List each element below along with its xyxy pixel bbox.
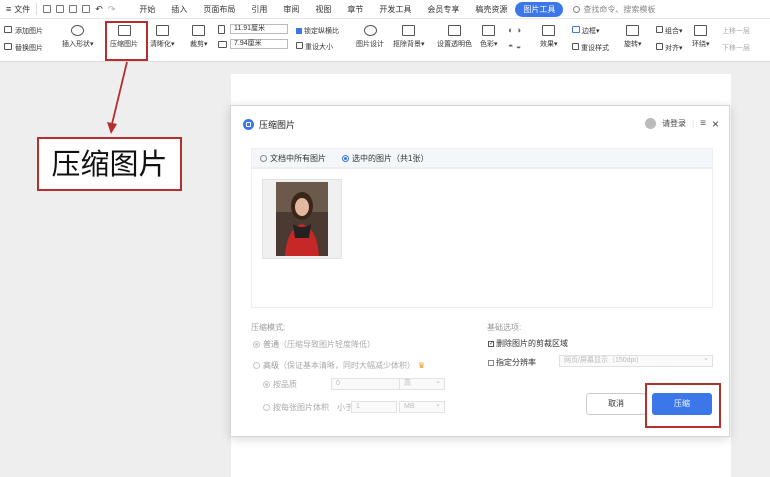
picture-thumbnail[interactable] (262, 179, 342, 259)
quality-value-input[interactable]: 0 (331, 378, 401, 390)
quality-level-select[interactable]: 高 (399, 377, 445, 390)
scope-selected-label: 选中的图片（共1张） (352, 153, 429, 163)
compress-confirm-highlight (645, 383, 721, 428)
size-value-input[interactable]: 1 (351, 401, 397, 413)
picture-preview-panel (251, 168, 713, 308)
avatar[interactable] (645, 118, 657, 129)
by-quality-radio[interactable]: 按品质 (263, 379, 297, 390)
radio-icon (263, 404, 270, 411)
close-icon[interactable]: × (712, 118, 719, 130)
basic-options-label: 基础选项: (487, 323, 522, 332)
picture-scope-selector: 文档中所有图片 选中的图片（共1张） (251, 148, 713, 168)
radio-selected-icon (263, 381, 270, 388)
scope-all-label: 文档中所有图片 (270, 153, 326, 163)
radio-selected-icon (253, 341, 260, 348)
mode-advanced-label: 高级 (263, 361, 279, 370)
by-size-label: 按每张图片体积 (273, 403, 329, 412)
callout-label: 压缩图片 (37, 137, 182, 191)
radio-icon (260, 154, 267, 162)
dialog-title: 压缩图片 (243, 118, 295, 131)
vip-crown-icon: ♛ (418, 361, 426, 370)
app-logo-icon (243, 119, 254, 130)
login-link[interactable]: 请登录 (662, 118, 686, 129)
dialog-title-text: 压缩图片 (259, 120, 296, 130)
delete-cropped-checkbox[interactable]: ✓ 删除图片的剪裁区域 (488, 338, 568, 349)
mode-normal-radio[interactable]: 普通 （压缩导致图片轻度降低） (253, 339, 375, 350)
radio-icon (253, 362, 260, 369)
dialog-controls: 请登录 | ≡ × (645, 118, 719, 130)
by-quality-label: 按品质 (273, 380, 297, 389)
compression-mode-label: 压缩模式: (251, 323, 286, 332)
menu-icon[interactable]: ≡ (700, 118, 706, 129)
cancel-button[interactable]: 取消 (586, 393, 646, 415)
checkbox-checked-icon: ✓ (488, 340, 495, 347)
size-unit-select[interactable]: MB (399, 400, 445, 413)
delete-cropped-label: 删除图片的剪裁区域 (496, 339, 568, 348)
specify-resolution-checkbox[interactable]: 指定分辨率 (488, 357, 536, 368)
by-size-radio[interactable]: 按每张图片体积 小于 (263, 402, 353, 413)
resolution-select[interactable]: 网页/屏幕显示（150dpi） (559, 354, 713, 367)
mode-advanced-radio[interactable]: 高级 （保证基本清晰，同时大幅减少体积） ♛ (253, 360, 425, 371)
portrait-thumbnail-image (276, 182, 328, 256)
radio-selected-icon (342, 154, 349, 162)
specify-resolution-label: 指定分辨率 (496, 358, 536, 367)
scope-all-radio[interactable]: 文档中所有图片 (260, 153, 326, 164)
mode-normal-description: （压缩导致图片轻度降低） (279, 340, 375, 349)
mode-normal-label: 普通 (263, 340, 279, 349)
scope-selected-radio[interactable]: 选中的图片（共1张） (342, 153, 428, 164)
mode-advanced-description: （保证基本清晰，同时大幅减少体积） (279, 361, 415, 370)
checkbox-icon (488, 359, 494, 366)
